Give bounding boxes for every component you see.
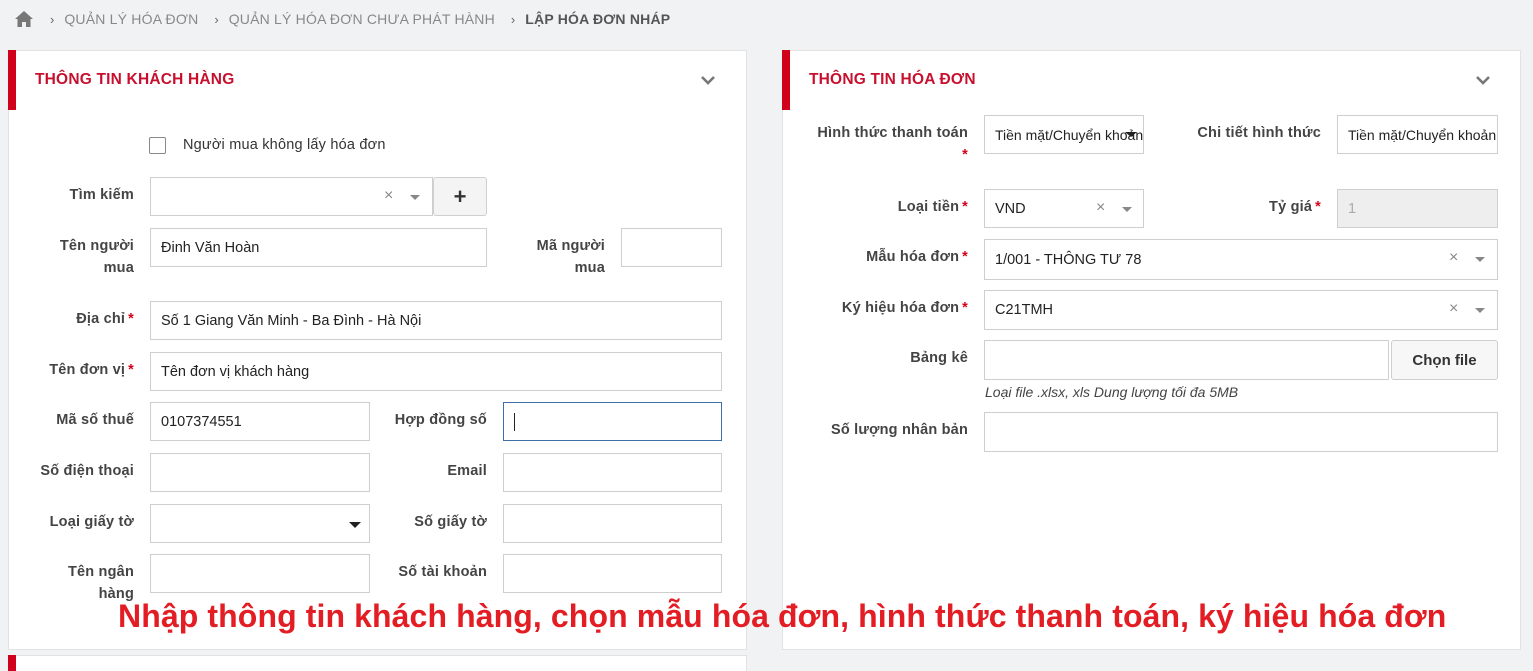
panel-accent — [782, 50, 790, 110]
instruction-caption: Nhập thông tin khách hàng, chọn mẫu hóa … — [118, 598, 1447, 634]
copies-label: Số lượng nhân bản — [831, 422, 968, 438]
address-input[interactable]: Số 1 Giang Văn Minh - Ba Đình - Hà Nội — [150, 301, 722, 340]
invoice-symbol-select[interactable]: C21TMH × — [984, 290, 1498, 330]
currency-label: Loại tiền * — [897, 199, 968, 215]
customer-info-panel: THÔNG TIN KHÁCH HÀNG Người mua không lấy… — [8, 50, 747, 650]
clear-icon[interactable]: × — [384, 187, 393, 205]
doc-type-label: Loại giấy tờ — [49, 514, 134, 530]
clear-icon[interactable]: × — [1449, 249, 1458, 267]
doc-type-select[interactable] — [150, 504, 370, 543]
buyer-code-label: Mã người mua — [536, 238, 605, 276]
statement-label: Bảng kê — [910, 350, 968, 366]
email-input[interactable] — [503, 453, 722, 492]
invoice-panel-title: THÔNG TIN HÓA ĐƠN — [809, 71, 976, 88]
tax-code-label: Mã số thuế — [56, 412, 134, 428]
exchange-rate-input: 1 — [1337, 189, 1498, 228]
copies-input[interactable] — [984, 412, 1498, 452]
dropdown-arrow-icon[interactable] — [349, 522, 361, 528]
chevron-right-icon: › — [50, 11, 55, 27]
account-no-input[interactable] — [503, 554, 722, 593]
no-invoice-checkbox[interactable] — [149, 137, 166, 154]
doc-no-input[interactable] — [503, 504, 722, 543]
phone-input[interactable] — [150, 453, 370, 492]
payment-method-label: Hình thức thanh toán * — [817, 125, 968, 163]
bank-name-input[interactable] — [150, 554, 370, 593]
dropdown-arrow-icon[interactable] — [1475, 257, 1485, 262]
next-panel-header — [8, 655, 747, 671]
phone-label: Số điện thoại — [40, 463, 134, 479]
search-select[interactable]: × — [150, 177, 433, 216]
file-format-note: Loại file .xlsx, xls Dung lượng tối đa 5… — [985, 384, 1239, 400]
buyer-name-label: Tên người mua — [59, 238, 134, 276]
add-customer-button[interactable]: + — [433, 177, 487, 216]
chevron-right-icon: › — [510, 11, 516, 27]
company-name-input[interactable]: Tên đơn vị khách hàng — [150, 352, 722, 391]
buyer-code-input[interactable] — [621, 228, 722, 267]
contract-no-input[interactable] — [503, 402, 722, 441]
breadcrumb: › QUẢN LÝ HÓA ĐƠN › QUẢN LÝ HÓA ĐƠN CHƯA… — [14, 6, 670, 32]
tax-code-input[interactable]: 0107374551 — [150, 402, 370, 441]
template-label: Mẫu hóa đơn * — [866, 249, 968, 265]
company-name-label: Tên đơn vị * — [49, 362, 134, 378]
payment-detail-input[interactable]: Tiền mặt/Chuyển khoản — [1337, 115, 1498, 154]
invoice-template-select[interactable]: 1/001 - THÔNG TƯ 78 × — [984, 239, 1498, 280]
dropdown-arrow-icon[interactable] — [410, 195, 420, 200]
panel-accent — [8, 50, 16, 110]
buyer-name-input[interactable]: Đinh Văn Hoàn — [150, 228, 487, 267]
exchange-rate-label: Tỷ giá * — [1269, 199, 1321, 215]
no-invoice-label: Người mua không lấy hóa đơn — [183, 137, 386, 153]
breadcrumb-item-invoice-management[interactable]: QUẢN LÝ HÓA ĐƠN — [64, 11, 198, 27]
clear-icon[interactable]: × — [1096, 199, 1105, 217]
account-no-label: Số tài khoản — [398, 564, 487, 580]
choose-file-button[interactable]: Chọn file — [1391, 340, 1498, 380]
dropdown-arrow-icon[interactable] — [1125, 132, 1137, 137]
dropdown-arrow-icon[interactable] — [1122, 207, 1132, 212]
chevron-down-icon[interactable] — [699, 71, 717, 89]
customer-panel-title: THÔNG TIN KHÁCH HÀNG — [35, 71, 235, 88]
breadcrumb-item-unissued-invoices[interactable]: QUẢN LÝ HÓA ĐƠN CHƯA PHÁT HÀNH — [229, 11, 495, 27]
home-icon[interactable] — [14, 10, 34, 28]
address-label: Địa chỉ * — [76, 311, 134, 327]
breadcrumb-item-create-draft: LẬP HÓA ĐƠN NHÁP — [525, 11, 671, 27]
contract-no-label: Hợp đồng số — [394, 412, 487, 428]
text-cursor — [514, 412, 515, 431]
payment-method-select[interactable]: Tiền mặt/Chuyển khoản — [984, 115, 1144, 154]
email-label: Email — [447, 463, 487, 479]
invoice-symbol-label: Ký hiệu hóa đơn * — [841, 300, 968, 316]
payment-detail-label: Chi tiết hình thức — [1197, 125, 1321, 141]
chevron-down-icon[interactable] — [1474, 71, 1492, 89]
currency-select[interactable]: VND × — [984, 189, 1144, 228]
search-label: Tìm kiếm — [69, 187, 134, 203]
invoice-info-panel: THÔNG TIN HÓA ĐƠN Hình thức thanh toán *… — [782, 50, 1521, 650]
dropdown-arrow-icon[interactable] — [1475, 308, 1485, 313]
statement-file-input[interactable] — [984, 340, 1389, 380]
doc-no-label: Số giấy tờ — [414, 514, 487, 530]
clear-icon[interactable]: × — [1449, 300, 1458, 318]
bank-name-label: Tên ngân hàng — [67, 564, 134, 602]
panel-accent — [8, 655, 16, 671]
chevron-right-icon: › — [214, 11, 219, 27]
